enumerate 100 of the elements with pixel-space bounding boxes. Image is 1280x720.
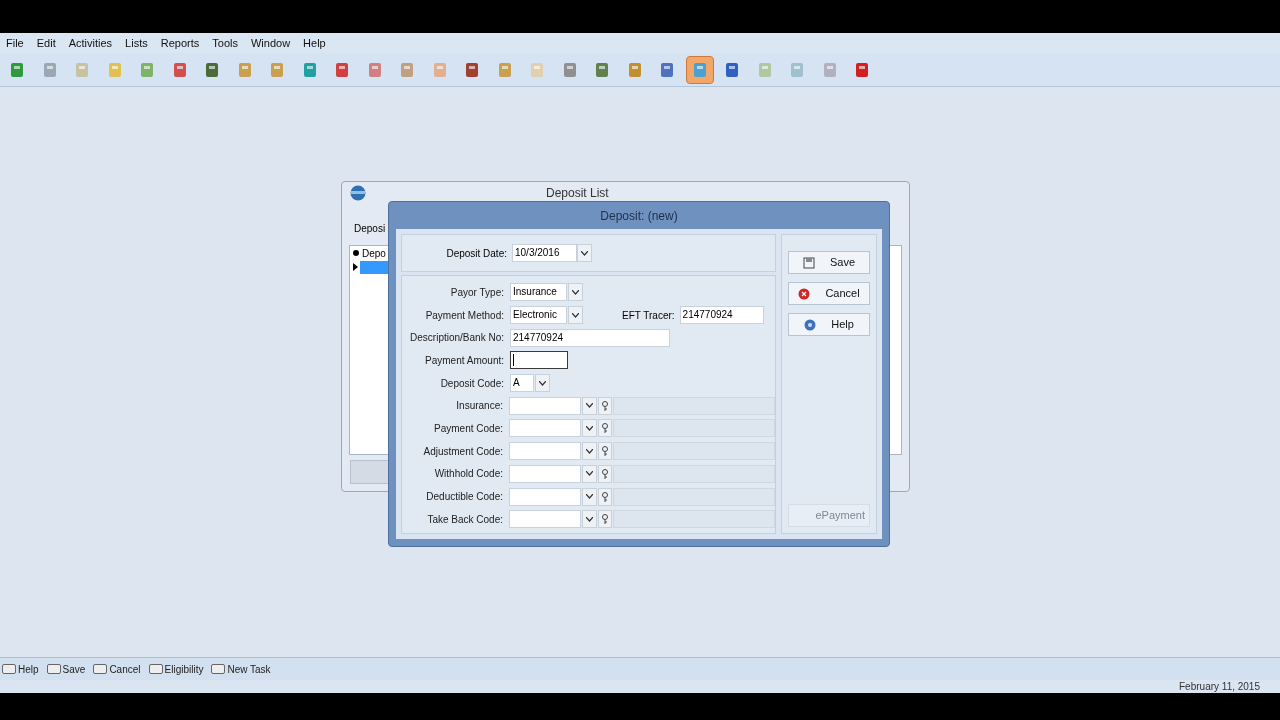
lookup-field[interactable]: [509, 396, 581, 415]
menu-item[interactable]: Activities: [68, 34, 113, 52]
tool-icon: [138, 60, 156, 79]
dialog-title: Deposit: (new): [600, 207, 678, 225]
caret-icon: [539, 380, 546, 386]
lookup-button[interactable]: [598, 442, 612, 461]
tab[interactable]: Deposi: [354, 221, 386, 236]
date-field[interactable]: 10/3/2016: [512, 244, 577, 262]
tool-icon: [788, 60, 806, 79]
caret-icon: [581, 250, 588, 256]
column-header: Depo: [362, 246, 386, 261]
dropdown-button[interactable]: [582, 419, 597, 438]
row-pointer-icon: [353, 263, 358, 271]
toolbar-button[interactable]: [685, 55, 714, 84]
dropdown-button[interactable]: [582, 396, 597, 415]
field-label: Take Back Code:: [426, 512, 504, 527]
dropdown-button[interactable]: [582, 442, 597, 461]
caret-icon: [572, 312, 579, 318]
combo-field[interactable]: Electronic: [510, 306, 567, 325]
lookup-field[interactable]: [509, 464, 581, 483]
shortcut-label[interactable]: Cancel: [109, 661, 141, 677]
field-label: Payor Type:: [449, 285, 505, 300]
field-label: Description/Bank No:: [409, 331, 505, 346]
date-label: February 11, 2015: [1179, 680, 1260, 693]
field-label: Deposit Code:: [439, 376, 505, 391]
shortcut-label[interactable]: New Task: [227, 661, 271, 677]
bullet-icon: [353, 250, 359, 256]
key-icon: [46, 664, 61, 674]
caret-icon: [586, 471, 593, 477]
text-field[interactable]: 214770924: [510, 328, 670, 347]
dropdown-button[interactable]: [535, 374, 550, 393]
tool-icon: [8, 60, 26, 79]
key-icon: [601, 468, 609, 479]
dropdown-button[interactable]: [582, 487, 597, 506]
caret-icon: [586, 403, 593, 409]
dropdown-button[interactable]: [577, 244, 592, 262]
caret-icon: [586, 425, 593, 431]
key-icon: [93, 664, 108, 674]
caret-icon: [586, 448, 593, 454]
key-icon: [601, 400, 609, 411]
lookup-field[interactable]: [509, 442, 581, 461]
combo-field[interactable]: Insurance: [510, 283, 567, 302]
tool-icon: [268, 60, 286, 79]
caret-icon: [586, 516, 593, 522]
dropdown-button[interactable]: [568, 306, 583, 325]
menu-item[interactable]: Tools: [212, 34, 238, 52]
cancel-icon: [798, 287, 811, 300]
field-label: Payment Code:: [433, 421, 504, 436]
field-label: Deductible Code:: [425, 490, 504, 505]
field-label: Insurance:: [455, 399, 504, 414]
combo-field[interactable]: A: [510, 374, 534, 393]
field-label: Deposit Date:: [445, 246, 508, 261]
key-icon: [601, 446, 609, 457]
caret-icon: [572, 289, 579, 295]
tool-icon: [528, 60, 546, 79]
lookup-button[interactable]: [598, 487, 612, 506]
menu-item[interactable]: Window: [250, 34, 291, 52]
key-icon: [601, 514, 609, 525]
field-label: EFT Tracer:: [622, 308, 676, 323]
shortcut-label[interactable]: Eligibility: [164, 661, 204, 677]
field-label: Adjustment Code:: [422, 444, 504, 459]
menu-item[interactable]: Lists: [125, 34, 148, 52]
lookup-button[interactable]: [598, 419, 612, 438]
text-field[interactable]: 214770924: [679, 306, 764, 325]
menu-item[interactable]: File: [6, 34, 24, 52]
lookup-field[interactable]: [509, 487, 581, 506]
tool-icon: [73, 60, 91, 79]
field-label: Payment Method:: [424, 308, 505, 323]
key-icon: [2, 664, 16, 674]
dropdown-button[interactable]: [582, 464, 597, 483]
key-icon: [601, 491, 609, 502]
dialog-button[interactable]: Save: [788, 251, 870, 274]
lookup-button[interactable]: [598, 464, 612, 483]
shortcut-label[interactable]: Help: [18, 661, 39, 677]
dialog-button[interactable]: Help: [788, 313, 870, 336]
field-label: Payment Amount:: [424, 353, 505, 368]
tool-icon: [463, 60, 481, 79]
lookup-button[interactable]: [598, 510, 612, 529]
lookup-button[interactable]: [598, 396, 612, 415]
shortcut-label[interactable]: Save: [62, 661, 86, 677]
menu-item[interactable]: Help: [303, 34, 326, 52]
lookup-field[interactable]: [509, 510, 581, 529]
tool-icon: [723, 60, 741, 79]
tool-icon: [593, 60, 611, 79]
text-cursor-icon: [513, 354, 514, 367]
menu-item[interactable]: Reports: [160, 34, 200, 52]
key-icon: [601, 423, 609, 434]
tool-icon: [398, 60, 416, 79]
tool-icon: [333, 60, 351, 79]
key-icon: [148, 664, 163, 674]
tool-icon: [203, 60, 221, 79]
dropdown-button[interactable]: [568, 283, 583, 302]
dialog-button[interactable]: Cancel: [788, 282, 870, 305]
dropdown-button[interactable]: [582, 510, 597, 529]
lookup-field[interactable]: [509, 419, 581, 438]
key-icon: [211, 664, 226, 674]
tool-icon: [853, 60, 871, 79]
caret-icon: [586, 494, 593, 500]
menu-item[interactable]: Edit: [36, 34, 56, 52]
amount-field[interactable]: [510, 351, 568, 370]
